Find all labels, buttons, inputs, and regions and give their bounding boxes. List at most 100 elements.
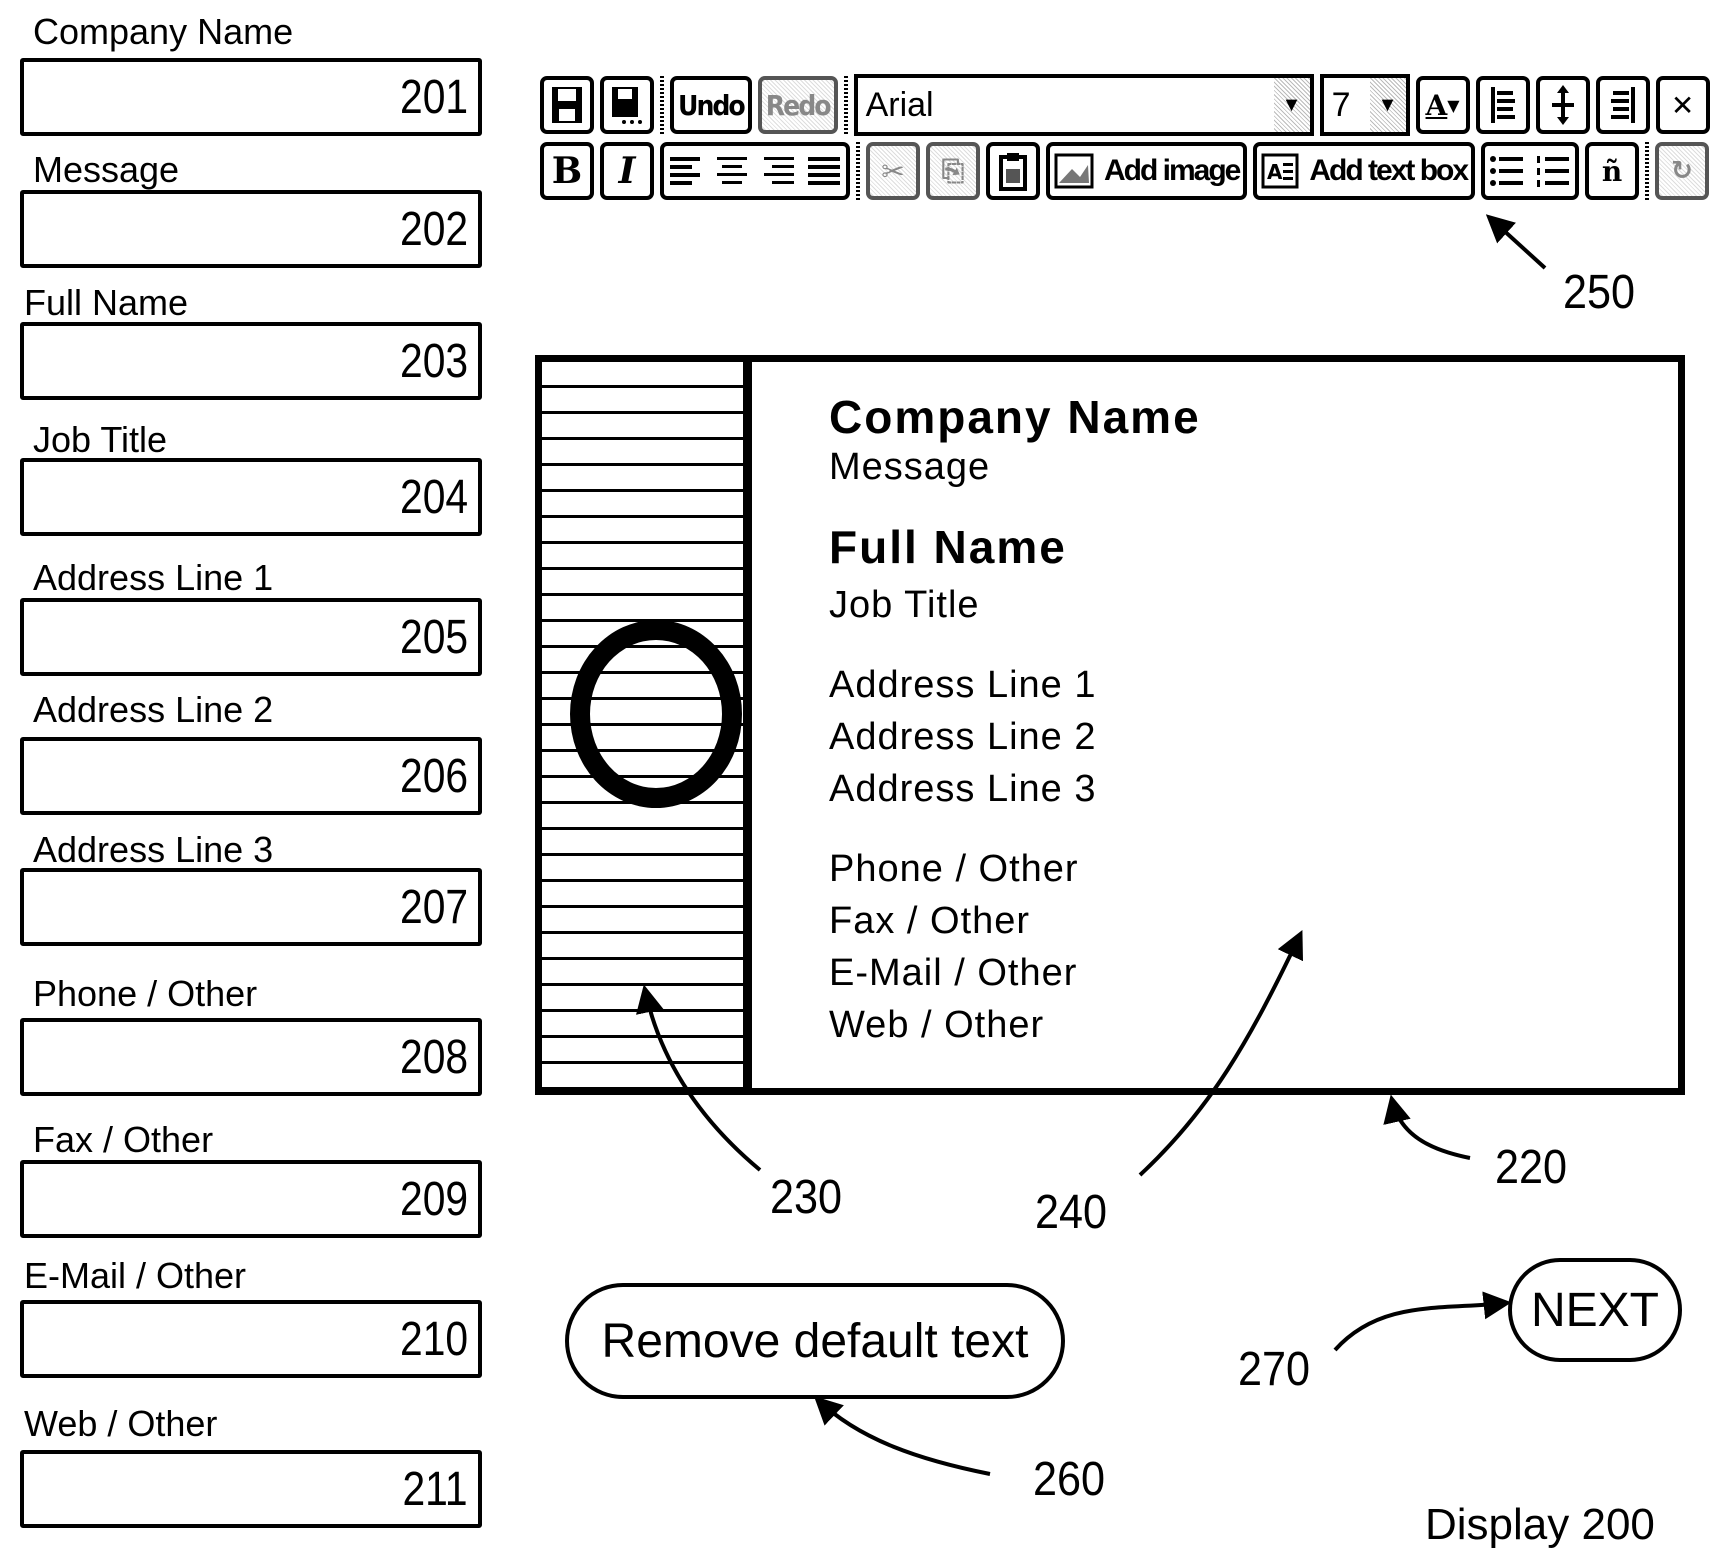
web-input[interactable]: 211: [20, 1450, 482, 1528]
add-image-button[interactable]: Add image: [1046, 142, 1248, 200]
card-address-3[interactable]: Address Line 3: [829, 764, 1201, 814]
vertical-align-icon: [1551, 85, 1574, 125]
field-label-address-1: Address Line 1: [33, 557, 274, 598]
toolbar-row-1: Undo Redo Arial ▼ 7 ▼ A ▼ ✕: [540, 74, 1710, 136]
ref-number: 209: [399, 1173, 468, 1226]
align-center-icon[interactable]: [714, 153, 750, 189]
card-full-name[interactable]: Full Name: [829, 522, 1201, 572]
card-message[interactable]: Message: [829, 442, 1201, 492]
ref-number: 206: [399, 750, 468, 803]
arrow-260: [813, 1396, 991, 1476]
italic-button[interactable]: I: [600, 142, 654, 200]
font-color-icon: A: [1425, 88, 1448, 122]
paste-button[interactable]: [986, 142, 1040, 200]
align-left-icon[interactable]: [668, 153, 704, 189]
undo-button[interactable]: Undo: [670, 76, 752, 134]
copy-icon: ⎘: [941, 154, 965, 187]
paragraph-left-icon: [1490, 87, 1515, 123]
ref-number: 203: [399, 335, 468, 388]
text-box-icon: A: [1261, 153, 1299, 189]
phone-input[interactable]: 208: [20, 1018, 482, 1096]
card-web[interactable]: Web / Other: [829, 1000, 1201, 1050]
font-family-select[interactable]: Arial ▼: [853, 74, 1314, 136]
toolbar-row-2: B I ✂ ⎘ Add image A Add text box ñ ↻: [540, 140, 1710, 202]
special-character-icon: ñ: [1601, 154, 1623, 188]
ref-label-text-area: 240: [1035, 1186, 1108, 1239]
field-label-fax: Fax / Other: [33, 1119, 214, 1160]
remove-default-text-button[interactable]: Remove default text: [565, 1283, 1065, 1399]
align-justify-icon[interactable]: [806, 153, 842, 189]
save-button[interactable]: [540, 76, 594, 134]
message-input[interactable]: 202: [20, 190, 482, 268]
card-job-title[interactable]: Job Title: [829, 580, 1201, 630]
svg-text:A: A: [1267, 160, 1283, 184]
field-label-address-2: Address Line 2: [33, 689, 274, 730]
logo-area[interactable]: [542, 362, 752, 1088]
ref-number: 210: [399, 1313, 468, 1366]
editor-toolbar: Undo Redo Arial ▼ 7 ▼ A ▼ ✕ B I ✂ ⎘ Add …: [540, 72, 1710, 206]
ref-number: 201: [399, 71, 468, 124]
font-family-value: Arial: [865, 85, 934, 124]
address-line-1-input[interactable]: 205: [20, 598, 482, 676]
company-name-input[interactable]: 201: [20, 58, 482, 136]
special-character-button[interactable]: ñ: [1585, 142, 1640, 200]
bullet-list-icon[interactable]: [1489, 153, 1525, 189]
ref-number: 207: [399, 881, 468, 934]
help-icon: ↻: [1671, 156, 1693, 186]
card-address-2[interactable]: Address Line 2: [829, 712, 1201, 762]
field-label-company-name: Company Name: [33, 11, 294, 52]
align-right-icon[interactable]: [760, 153, 796, 189]
ref-label-card: 220: [1495, 1141, 1568, 1194]
address-line-3-input[interactable]: 207: [20, 868, 482, 946]
toolbar-separator: [856, 142, 860, 200]
email-input[interactable]: 210: [20, 1300, 482, 1378]
font-size-select[interactable]: 7 ▼: [1319, 74, 1410, 136]
save-as-icon: [612, 87, 642, 124]
field-label-email: E-Mail / Other: [24, 1255, 247, 1296]
alignment-group: [660, 142, 850, 200]
card-text-area[interactable]: Company Name Message Full Name Job Title…: [829, 392, 1201, 1050]
fax-input[interactable]: 209: [20, 1160, 482, 1238]
list-group: [1481, 142, 1580, 200]
job-title-input[interactable]: 204: [20, 458, 482, 536]
close-button[interactable]: ✕: [1655, 76, 1710, 134]
image-icon: [1054, 153, 1094, 189]
text-direction-button[interactable]: [1475, 76, 1530, 134]
toolbar-separator: [1645, 142, 1650, 200]
arrow-220: [1383, 1094, 1471, 1160]
add-text-box-button[interactable]: A Add text box: [1253, 142, 1476, 200]
help-button[interactable]: ↻: [1655, 142, 1710, 200]
address-line-2-input[interactable]: 206: [20, 737, 482, 815]
ref-label-next-button: 270: [1238, 1343, 1311, 1396]
paste-icon: [999, 153, 1027, 191]
chevron-down-icon[interactable]: ▼: [1273, 78, 1310, 132]
full-name-input[interactable]: 203: [20, 322, 482, 400]
ref-label-logo-area: 230: [770, 1171, 843, 1224]
save-icon: [552, 87, 582, 123]
ref-number: 211: [402, 1463, 468, 1516]
chevron-down-icon: ▼: [1447, 95, 1460, 115]
toolbar-separator: [843, 76, 848, 134]
ref-number: 202: [399, 203, 468, 256]
copy-button[interactable]: ⎘: [926, 142, 980, 200]
next-button[interactable]: NEXT: [1508, 1258, 1682, 1362]
vertical-align-button[interactable]: [1535, 76, 1590, 134]
paragraph-right-button[interactable]: [1595, 76, 1650, 134]
chevron-down-icon[interactable]: ▼: [1369, 78, 1406, 132]
ref-label-remove-button: 260: [1033, 1453, 1106, 1506]
card-address-1[interactable]: Address Line 1: [829, 660, 1201, 710]
card-email[interactable]: E-Mail / Other: [829, 948, 1201, 998]
font-color-button[interactable]: A ▼: [1415, 76, 1470, 134]
field-label-message: Message: [33, 149, 180, 190]
card-fax[interactable]: Fax / Other: [829, 896, 1201, 946]
cut-button[interactable]: ✂: [866, 142, 920, 200]
save-as-button[interactable]: [600, 76, 654, 134]
card-phone[interactable]: Phone / Other: [829, 844, 1201, 894]
bold-button[interactable]: B: [540, 142, 594, 200]
business-card-preview[interactable]: Company Name Message Full Name Job Title…: [535, 355, 1685, 1095]
numbered-list-icon[interactable]: [1535, 153, 1571, 189]
card-company-name[interactable]: Company Name: [829, 392, 1201, 442]
redo-button[interactable]: Redo: [757, 76, 838, 134]
toolbar-separator: [660, 76, 664, 134]
add-image-label: Add image: [1104, 154, 1241, 187]
